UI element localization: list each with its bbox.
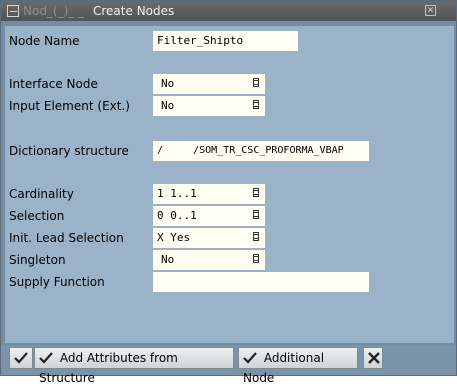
singleton-dropdown[interactable]: No xyxy=(153,250,265,270)
window-title: Create Nodes xyxy=(93,4,175,18)
value-help-icon[interactable] xyxy=(252,254,261,265)
selection-label: Selection xyxy=(9,209,65,223)
value-help-icon[interactable] xyxy=(252,78,261,89)
add-attributes-label: Add Attributes from Structure xyxy=(39,351,178,385)
checkmark-icon xyxy=(39,351,53,364)
singleton-label: Singleton xyxy=(9,253,66,267)
cancel-button[interactable] xyxy=(363,347,383,369)
selection-value: 0 0..1 xyxy=(157,209,197,222)
close-icon[interactable]: ✕ xyxy=(425,5,436,16)
interface-node-dropdown[interactable]: No xyxy=(153,74,265,94)
value-help-icon[interactable] xyxy=(252,232,261,243)
value-help-icon[interactable] xyxy=(252,100,261,111)
cardinality-label: Cardinality xyxy=(9,187,74,201)
node-name-label: Node Name xyxy=(9,34,80,48)
checkmark-icon xyxy=(243,351,257,364)
init-lead-selection-label: Init. Lead Selection xyxy=(9,231,124,245)
value-help-icon[interactable] xyxy=(252,210,261,221)
button-toolbar: Add Attributes from Structure Additional… xyxy=(1,345,456,385)
window-icon[interactable] xyxy=(7,5,19,17)
selection-dropdown[interactable]: 0 0..1 xyxy=(153,206,265,226)
supply-function-label: Supply Function xyxy=(9,275,105,289)
node-name-field[interactable]: Filter_Shipto xyxy=(153,31,298,51)
checkmark-icon xyxy=(14,351,28,364)
title-bar[interactable]: Nod_(_)_ _ Create Nodes ✕ xyxy=(1,1,456,21)
singleton-value: No xyxy=(161,253,175,266)
cancel-icon xyxy=(368,351,380,364)
init-lead-selection-value: X Yes xyxy=(157,231,191,244)
dictionary-structure-label: Dictionary structure xyxy=(9,144,129,158)
confirm-button[interactable] xyxy=(9,347,33,369)
additional-node-button[interactable]: Additional Node xyxy=(238,347,358,385)
input-element-dropdown[interactable]: No xyxy=(153,96,265,116)
input-element-label: Input Element (Ext.) xyxy=(9,99,130,113)
form-panel: Node Name Filter_Shipto Interface Node N… xyxy=(5,26,454,343)
supply-function-field[interactable] xyxy=(153,272,369,292)
interface-node-value: No xyxy=(161,77,175,90)
init-lead-selection-dropdown[interactable]: X Yes xyxy=(153,228,265,248)
cardinality-value: 1 1..1 xyxy=(157,187,197,200)
cardinality-dropdown[interactable]: 1 1..1 xyxy=(153,184,265,204)
title-prefix: Nod_(_)_ _ xyxy=(23,4,85,18)
add-attributes-from-structure-button[interactable]: Add Attributes from Structure xyxy=(34,347,234,385)
input-element-value: No xyxy=(161,99,175,112)
value-help-icon[interactable] xyxy=(252,188,261,199)
interface-node-label: Interface Node xyxy=(9,77,98,91)
create-nodes-dialog: Nod_(_)_ _ Create Nodes ✕ Node Name Filt… xyxy=(0,0,457,385)
dictionary-structure-field[interactable]: / /SOM_TR_CSC_PROFORMA_VBAP xyxy=(153,141,369,161)
